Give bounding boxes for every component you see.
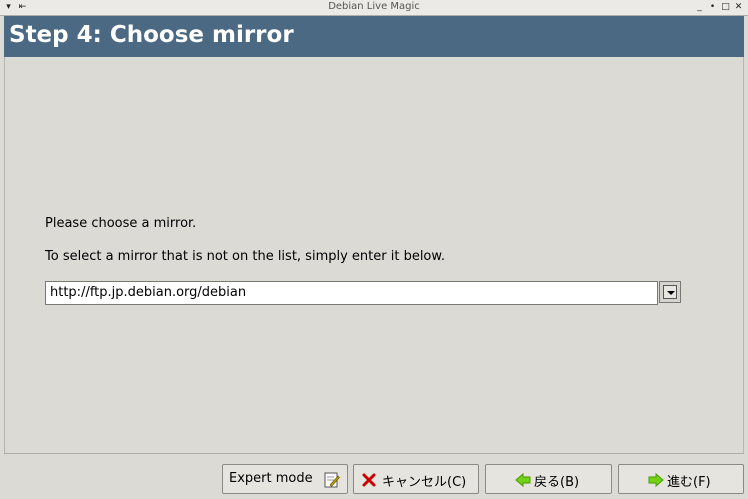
edit-icon <box>324 472 340 488</box>
window-title: Debian Live Magic <box>328 1 420 12</box>
cancel-button[interactable]: キャンセル(C) <box>353 464 479 494</box>
chevron-down-icon <box>667 291 675 295</box>
step-header: Step 4: Choose mirror <box>4 16 744 57</box>
window-titlebar[interactable]: ▾ ⇤ Debian Live Magic _ • □ ✕ <box>0 0 748 16</box>
arrow-left-icon <box>515 472 531 488</box>
next-button[interactable]: 進む(F) <box>618 464 744 494</box>
prompt-text: Please choose a mirror. <box>45 216 197 231</box>
minimize-icon[interactable]: _ <box>694 2 705 13</box>
cancel-label: キャンセル(C) <box>382 475 467 490</box>
expert-mode-button[interactable]: Expert mode <box>222 464 348 494</box>
shade-icon[interactable]: • <box>707 2 718 13</box>
mirror-input[interactable]: http://ftp.jp.debian.org/debian <box>45 281 658 305</box>
hint-text: To select a mirror that is not on the li… <box>45 249 445 264</box>
expert-mode-label: Expert mode <box>229 471 313 486</box>
maximize-icon[interactable]: □ <box>720 2 731 13</box>
back-button[interactable]: 戻る(B) <box>485 464 612 494</box>
page-title: Step 4: Choose mirror <box>9 22 294 48</box>
close-icon[interactable]: ✕ <box>733 2 744 13</box>
mirror-combobox[interactable]: http://ftp.jp.debian.org/debian <box>45 281 682 305</box>
button-separator <box>4 453 744 454</box>
back-label: 戻る(B) <box>534 475 580 490</box>
mirror-input-value: http://ftp.jp.debian.org/debian <box>50 285 247 300</box>
dropdown-frame <box>663 285 677 299</box>
mirror-dropdown-button[interactable] <box>659 281 681 303</box>
next-label: 進む(F) <box>667 475 711 490</box>
arrow-right-icon <box>648 472 664 488</box>
cancel-x-icon <box>362 473 376 487</box>
